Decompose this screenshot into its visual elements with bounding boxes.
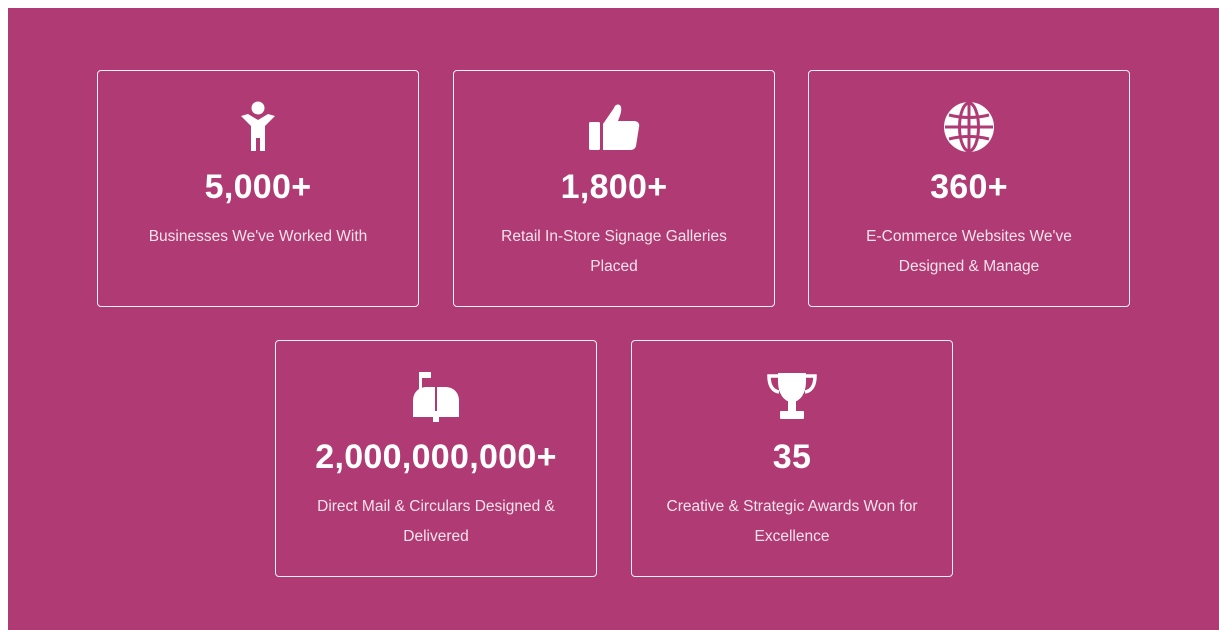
stat-card-businesses: 5,000+ Businesses We've Worked With xyxy=(97,70,419,307)
stat-card-awards: 35 Creative & Strategic Awards Won for E… xyxy=(631,340,953,577)
stat-label: Direct Mail & Circulars Designed & Deliv… xyxy=(317,498,555,545)
trophy-icon xyxy=(764,371,820,423)
stat-number: 2,000,000,000+ xyxy=(315,438,557,476)
thumbs-up-icon xyxy=(586,101,642,153)
stat-label: E-Commerce Websites We've Designed & Man… xyxy=(866,228,1072,275)
stat-label: Creative & Strategic Awards Won for Exce… xyxy=(666,498,918,545)
stat-card-ecommerce: 360+ E-Commerce Websites We've Designed … xyxy=(808,70,1130,307)
stat-number: 360+ xyxy=(930,168,1008,206)
stat-label: Businesses We've Worked With xyxy=(148,228,368,245)
stats-panel: 5,000+ Businesses We've Worked With 1,80… xyxy=(8,8,1219,630)
stat-card-direct-mail: 2,000,000,000+ Direct Mail & Circulars D… xyxy=(275,340,597,577)
stat-number: 35 xyxy=(772,438,812,476)
stat-label: Retail In-Store Signage Galleries Placed xyxy=(501,228,727,275)
stat-number: 5,000+ xyxy=(204,168,312,206)
stat-card-signage: 1,800+ Retail In-Store Signage Galleries… xyxy=(453,70,775,307)
mailbox-icon xyxy=(408,371,464,423)
person-icon xyxy=(230,101,286,153)
globe-icon xyxy=(941,101,997,153)
stat-number: 1,800+ xyxy=(560,168,668,206)
